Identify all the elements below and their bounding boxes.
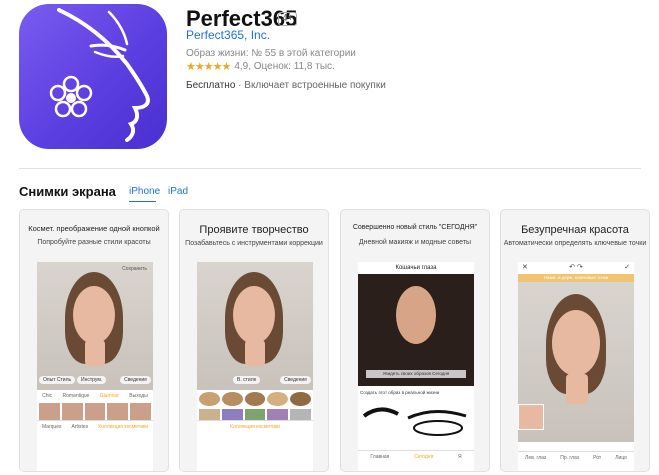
bar-me[interactable]: Я [458, 454, 462, 460]
screenshot-1[interactable]: Космет. преображение одной кнопкой Попро… [19, 209, 169, 472]
bar-left-eye[interactable]: Лев. глаз [525, 455, 546, 461]
bottom-bar: Главная Сегодня Я [358, 450, 474, 463]
screenshot-2[interactable]: Проявите творчество Позабавьтесь с инстр… [179, 209, 329, 472]
flower-icon [49, 75, 93, 118]
screenshot-caption: Космет. преображение одной кнопкой [28, 224, 160, 233]
category-rank: Образ жизни: № 55 в этой категории [186, 48, 356, 59]
check-icon[interactable]: ✓ [624, 262, 630, 274]
screenshot-caption: Безупречная красота [521, 224, 629, 236]
style-romantique[interactable]: Romantique [62, 393, 89, 399]
phone-screen: В. стиле Сведение Коллекция косметики [197, 262, 313, 471]
eyeliner-illustration [360, 402, 472, 442]
bar-today[interactable]: Сегодня [414, 454, 433, 460]
bar-home[interactable]: Главная [370, 454, 389, 460]
bar-collection[interactable]: Коллекция косметики [98, 424, 148, 430]
portrait-photo: Сохранить Опыт Стиль Инструм. Сведение [37, 262, 153, 390]
phone-screen: Кошачьи глаза Увидеть своих образов Сего… [358, 262, 474, 471]
screenshot-subcaption: Позабавьтесь с инструментами коррекции [185, 240, 323, 247]
in-app-purchases-label: · Включает встроенные покупки [235, 80, 386, 91]
screenshot-caption: Проявите творчество [199, 224, 309, 236]
compare-pill[interactable]: Сведение [280, 376, 311, 384]
screenshot-subcaption: Дневной макияж и модные советы [358, 239, 472, 246]
save-link[interactable]: Сохранить [122, 266, 147, 272]
screenshot-caption: Совершенно новый стиль "СЕГОДНЯ" [352, 224, 478, 231]
bar-collection[interactable]: Коллекция косметики [230, 424, 280, 430]
undo-redo-icon[interactable]: ↶ ↷ [569, 262, 583, 274]
style-pill[interactable]: В. стиле [233, 376, 261, 384]
portrait-photo: В. стиле Сведение [197, 262, 313, 390]
tab-active-indicator [129, 201, 156, 202]
bottom-bar: Marques Artistes Коллекция косметики [37, 420, 153, 433]
tab-ipad[interactable]: iPad [168, 186, 188, 197]
face-profile-icon [49, 8, 150, 142]
developer-link[interactable]: Perfect365, Inc. [186, 28, 270, 42]
app-icon [19, 4, 167, 149]
view-looks-button[interactable]: Увидеть своих образов Сегодня [366, 370, 466, 378]
bottom-bar: Лев. глаз Пр. глаз Рот Лицо [518, 451, 634, 463]
hint-banner: Нажм. и держ. ключевые точки [518, 274, 634, 282]
bar-right-eye[interactable]: Пр. глаз [560, 455, 579, 461]
portrait-photo: Увидеть своих образов Сегодня [358, 274, 474, 386]
rating-row: ★★★★★ 4,9, Оценок: 11,8 тыс. [186, 60, 335, 73]
bar-mouth[interactable]: Рот [593, 455, 601, 461]
price-row: Бесплатно · Включает встроенные покупки [186, 80, 386, 91]
close-icon[interactable]: ✕ [522, 262, 528, 274]
screenshot-4[interactable]: Безупречная красота Автоматически опреде… [500, 209, 650, 472]
style-strip: Chic Romantique Glamour Выходы [37, 390, 153, 401]
style-pill[interactable]: Опыт Стиль [39, 376, 76, 384]
bar-artists[interactable]: Artistes [72, 424, 89, 430]
screenshot-subcaption: Попробуйте разные стили красоты [37, 239, 151, 246]
bar-face[interactable]: Лицо [615, 455, 627, 461]
zoom-preview [518, 404, 544, 430]
screenshots-heading: Снимки экрана [19, 184, 116, 199]
screenshot-3[interactable]: Совершенно новый стиль "СЕГОДНЯ" Дневной… [340, 209, 490, 472]
screenshot-subcaption: Автоматически определять ключевые точки [503, 240, 647, 247]
tools-pill[interactable]: Инструм. [77, 376, 107, 384]
price-label: Бесплатно [186, 80, 236, 91]
section-divider [19, 168, 641, 169]
color-swatches [197, 392, 313, 406]
style-outings[interactable]: Выходы [129, 393, 148, 399]
style-glamour[interactable]: Glamour [100, 393, 119, 399]
editor-toolbar: ✕ ↶ ↷ ✓ [518, 262, 634, 274]
recreate-row[interactable]: Создать этот образ в реальной жизни [360, 390, 472, 395]
rating-text: 4,9, Оценок: 11,8 тыс. [234, 61, 335, 72]
star-rating-icon: ★★★★★ [186, 61, 231, 73]
look-title: Кошачьи глаза [395, 265, 437, 271]
bar-brands[interactable]: Marques [42, 424, 61, 430]
bottom-bar: Коллекция косметики [197, 420, 313, 433]
style-chic[interactable]: Chic [42, 393, 52, 399]
phone-screen: ✕ ↶ ↷ ✓ Нажм. и держ. ключевые точки Лев… [518, 262, 634, 471]
age-rating-badge: 4+ [278, 12, 298, 26]
compare-pill[interactable]: Сведение [120, 376, 151, 384]
portrait-photo [518, 282, 634, 442]
phone-screen: Сохранить Опыт Стиль Инструм. Сведение C… [37, 262, 153, 471]
tab-iphone[interactable]: iPhone [129, 186, 160, 197]
